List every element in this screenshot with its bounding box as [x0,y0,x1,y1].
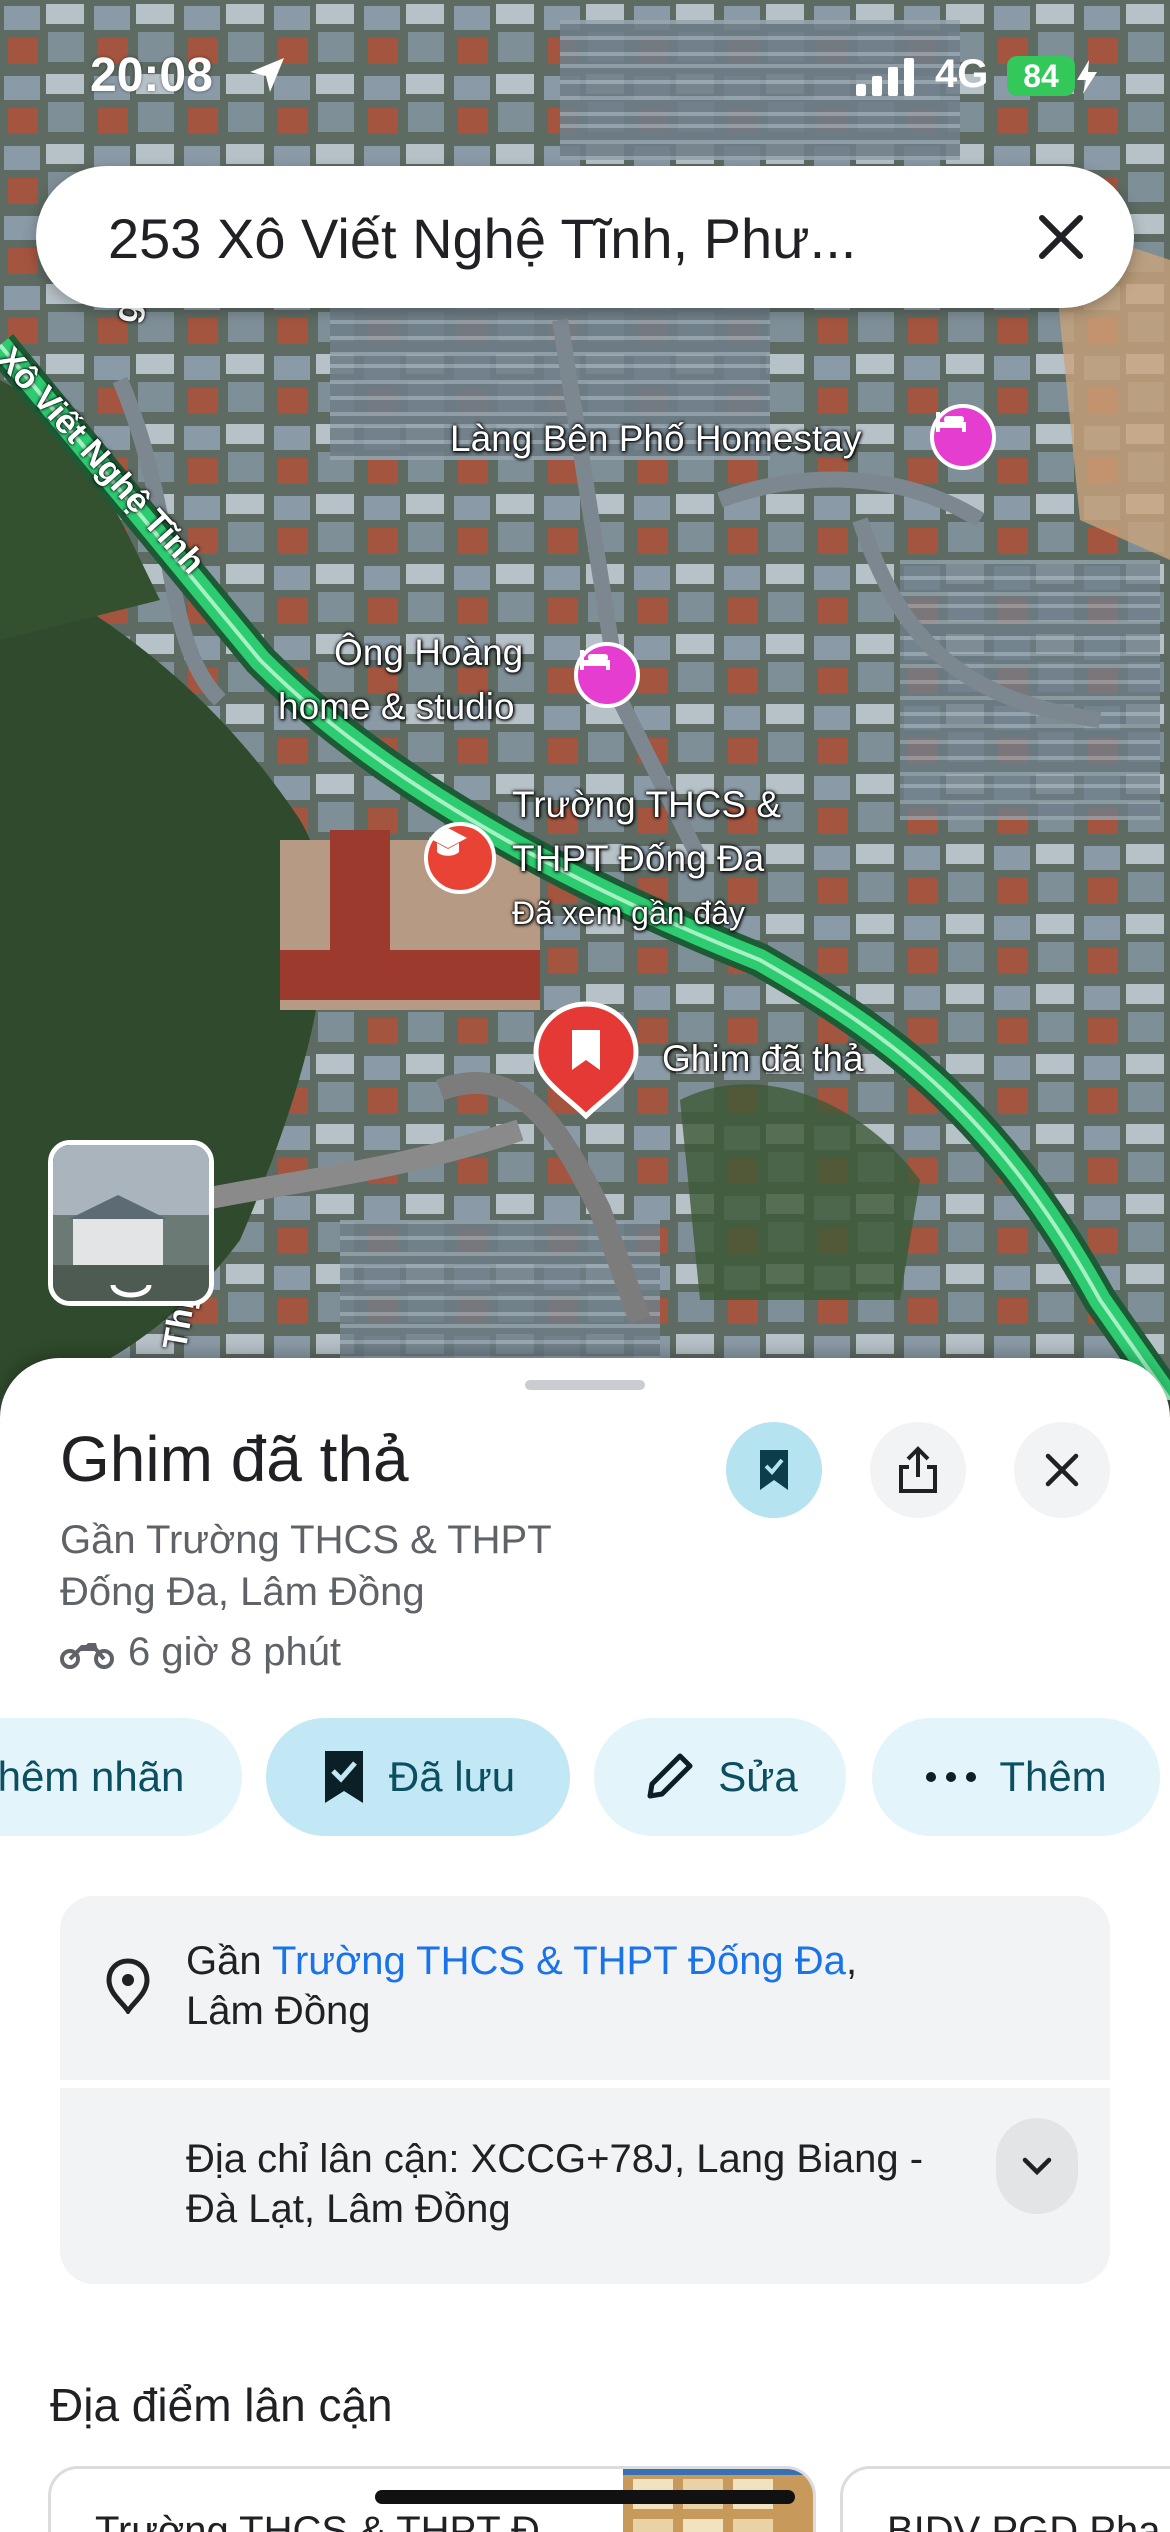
add-label-chip[interactable]: hêm nhãn [0,1718,242,1836]
near-region: Lâm Đồng [186,1989,371,2033]
action-chips: hêm nhãn Đã lưu Sửa Thêm [0,1718,1170,1842]
dropped-pin-marker[interactable] [532,1000,640,1120]
network-type: 4G [935,52,989,96]
battery-indicator: 84 [1007,56,1075,96]
near-suffix: , [845,1939,858,1983]
bookmark-check-icon [324,1751,363,1803]
poi-label-studio-line1[interactable]: Ông Hoàng [334,630,523,676]
signal-bars-icon [856,58,914,96]
nearby-place-row[interactable]: Gần Trường THCS & THPT Đống Đa, Lâm Đồng [60,1896,1110,2080]
poi-label-homestay[interactable]: Làng Bên Phố Homestay [450,416,861,462]
expand-button[interactable] [996,2118,1078,2214]
location-arrow-icon [250,58,284,92]
clear-search-icon[interactable] [1028,204,1094,270]
status-bar: 20:08 4G 84 [0,0,1170,150]
nearby-card-1-title: Trường THCS & THPT Đ [95,2509,540,2532]
lodging-marker-homestay[interactable] [930,404,996,470]
nearby-card-2[interactable]: BIDV PGD Pha [840,2466,1170,2532]
poi-label-studio-line2[interactable]: home & studio [278,684,515,730]
bed-icon [580,650,610,670]
graduation-cap-icon [429,828,467,856]
pencil-icon [647,1753,693,1799]
bookmark-check-icon [760,1450,788,1490]
near-prefix: Gần [186,1939,272,1983]
place-bottom-sheet[interactable]: Ghim đã thả Gần Trường THCS & THPT Đống … [0,1358,1170,2532]
chevron-down-icon [1022,2157,1052,2176]
pin-label[interactable]: Ghim đã thả [662,1036,864,1082]
saved-chip-text: Đã lưu [388,1753,516,1800]
add-label-chip-text: hêm nhãn [0,1753,185,1800]
save-bookmark-button[interactable] [726,1422,822,1518]
travel-time-text: 6 giờ 8 phút [128,1630,342,1674]
home-indicator[interactable] [375,2490,795,2504]
search-bar[interactable]: 253 Xô Viết Nghệ Tĩnh, Phư... [36,166,1134,308]
close-icon [1045,1453,1079,1487]
bed-icon [936,412,966,432]
poi-label-school-line2[interactable]: THPT Đống Đa [512,836,764,882]
near-place-link[interactable]: Trường THCS & THPT Đống Đa [272,1939,846,1983]
saved-chip[interactable]: Đã lưu [266,1718,570,1836]
sheet-grabber[interactable] [525,1380,645,1390]
school-marker[interactable] [424,822,496,894]
nearby-section-title: Địa điểm lân cận [50,2379,393,2431]
share-button[interactable] [870,1422,966,1518]
close-sheet-button[interactable] [1014,1422,1110,1518]
more-chip-text: Thêm [999,1753,1107,1800]
poi-label-school-note: Đã xem gần đây [512,895,746,931]
edit-chip-text: Sửa [718,1753,798,1800]
location-pin-icon [106,1958,150,2014]
edit-chip[interactable]: Sửa [594,1718,846,1836]
share-icon [899,1446,937,1493]
more-chip[interactable]: Thêm [872,1718,1160,1836]
street-view-thumbnail[interactable] [48,1140,214,1306]
lodging-marker-studio[interactable] [574,642,640,708]
plus-code-text: Địa chỉ lân cận: XCCG+78J, Lang Biang - … [186,2137,924,2231]
battery-level: 84 [1023,58,1059,94]
plus-code-row[interactable]: Địa chỉ lân cận: XCCG+78J, Lang Biang - … [60,2088,1110,2284]
poi-label-school-line1[interactable]: Trường THCS & [512,782,781,828]
charging-bolt-icon [1077,60,1097,94]
more-dots-icon [926,1772,977,1782]
motorbike-icon [60,1642,114,1669]
travel-time: 6 giờ 8 phút [60,1630,341,1675]
place-title: Ghim đã thả [60,1423,409,1495]
near-place-text: Gần Trường THCS & THPT Đống Đa, Lâm Đồng [186,1936,857,2036]
search-query[interactable]: 253 Xô Viết Nghệ Tĩnh, Phư... [108,206,856,271]
place-subtitle: Gần Trường THCS & THPT Đống Đa, Lâm Đồng [60,1518,551,1614]
nearby-card-2-title: BIDV PGD Pha [887,2509,1161,2532]
status-time: 20:08 [90,49,213,102]
